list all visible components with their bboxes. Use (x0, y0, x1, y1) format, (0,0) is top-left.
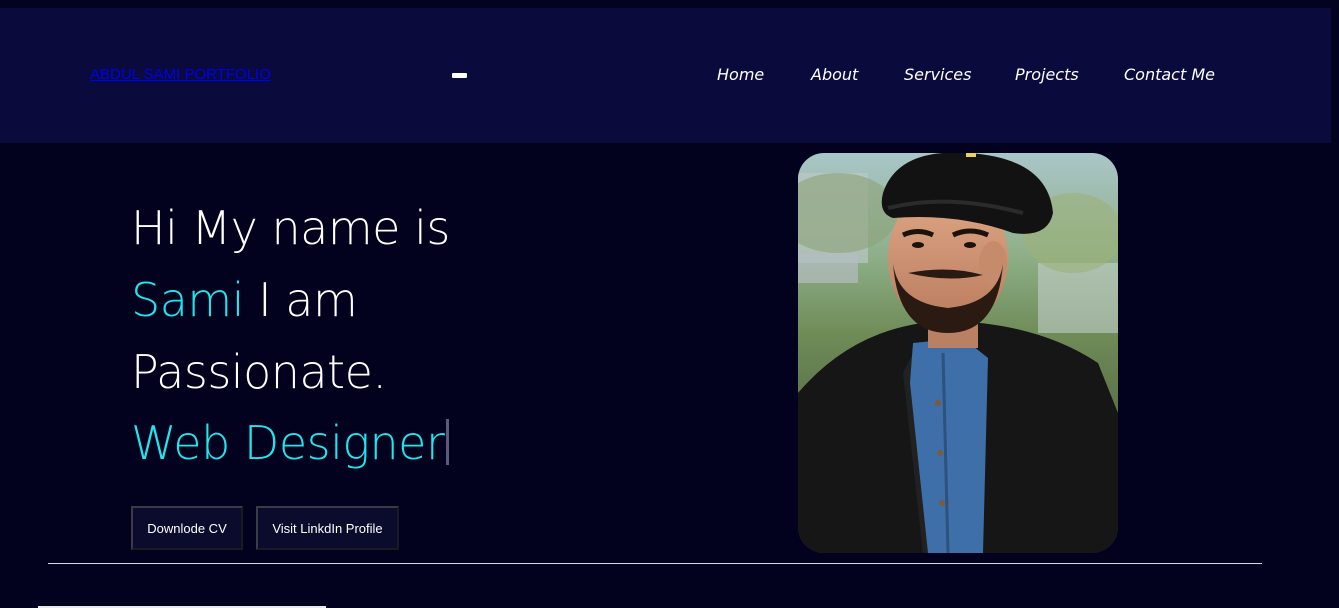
nav-home[interactable]: Home (717, 65, 764, 84)
nav-projects[interactable]: Projects (1015, 65, 1079, 84)
hero-name: Sami (131, 273, 244, 327)
section-divider (48, 563, 1262, 564)
hero-role-line: Web Designer (131, 415, 450, 471)
profile-photo (798, 153, 1118, 553)
nav-services[interactable]: Services (904, 65, 971, 84)
hero-passion: Passionate. (131, 345, 387, 399)
nav-links: Home About Services Projects Contact Me (0, 65, 1331, 89)
hero-name-line: Sami I am (131, 272, 358, 328)
nav-contact[interactable]: Contact Me (1124, 65, 1215, 84)
hero-greeting: Hi My name is (131, 201, 450, 255)
hero-role: Web Designer (131, 416, 445, 470)
linkedin-profile-button[interactable]: Visit LinkdIn Profile (256, 506, 399, 550)
nav-about[interactable]: About (811, 65, 858, 84)
hero-name-rest: I am (243, 273, 358, 327)
typing-cursor (446, 419, 450, 465)
download-cv-button[interactable]: Downlode CV (131, 506, 243, 550)
profile-photo-illustration (798, 153, 1118, 553)
navbar: ABDUL SAMI PORTFOLIO Home About Services… (0, 8, 1331, 143)
top-strip (0, 0, 1339, 8)
